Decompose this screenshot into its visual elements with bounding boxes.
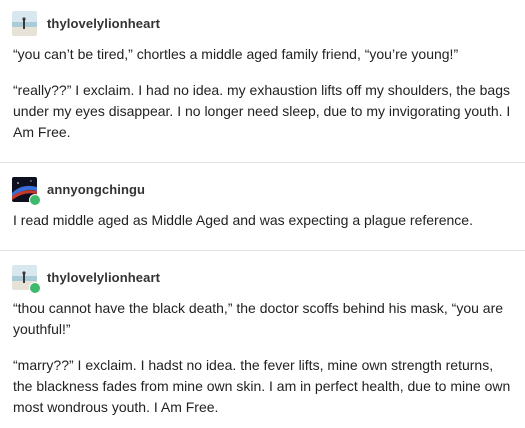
post-paragraph: I read middle aged as Middle Aged and wa… <box>13 212 473 228</box>
avatar[interactable] <box>12 177 41 206</box>
post-paragraph: “marry??” I exclaim. I hadst no idea. th… <box>13 357 511 415</box>
reblog-icon <box>29 282 41 294</box>
username[interactable]: thylovelylionheart <box>47 16 160 31</box>
beach-figure-avatar-icon <box>12 11 37 36</box>
post-paragraph: “you can’t be tired,” chortles a middle … <box>13 46 459 62</box>
post-header: thylovelylionheart <box>12 11 160 36</box>
post-header: thylovelylionheart <box>12 265 160 294</box>
post-paragraph: “really??” I exclaim. I had no idea. my … <box>13 82 511 140</box>
post: annyongchingu I read middle aged as Midd… <box>0 163 525 250</box>
avatar[interactable] <box>12 11 37 36</box>
post: thylovelylionheart “thou cannot have the… <box>0 251 525 428</box>
username[interactable]: annyongchingu <box>47 182 145 197</box>
username[interactable]: thylovelylionheart <box>47 270 160 285</box>
post: thylovelylionheart “you can’t be tired,”… <box>0 0 525 162</box>
post-header: annyongchingu <box>12 177 145 206</box>
reblog-icon <box>29 194 41 206</box>
post-paragraph: “thou cannot have the black death,” the … <box>13 300 504 337</box>
avatar[interactable] <box>12 265 41 294</box>
